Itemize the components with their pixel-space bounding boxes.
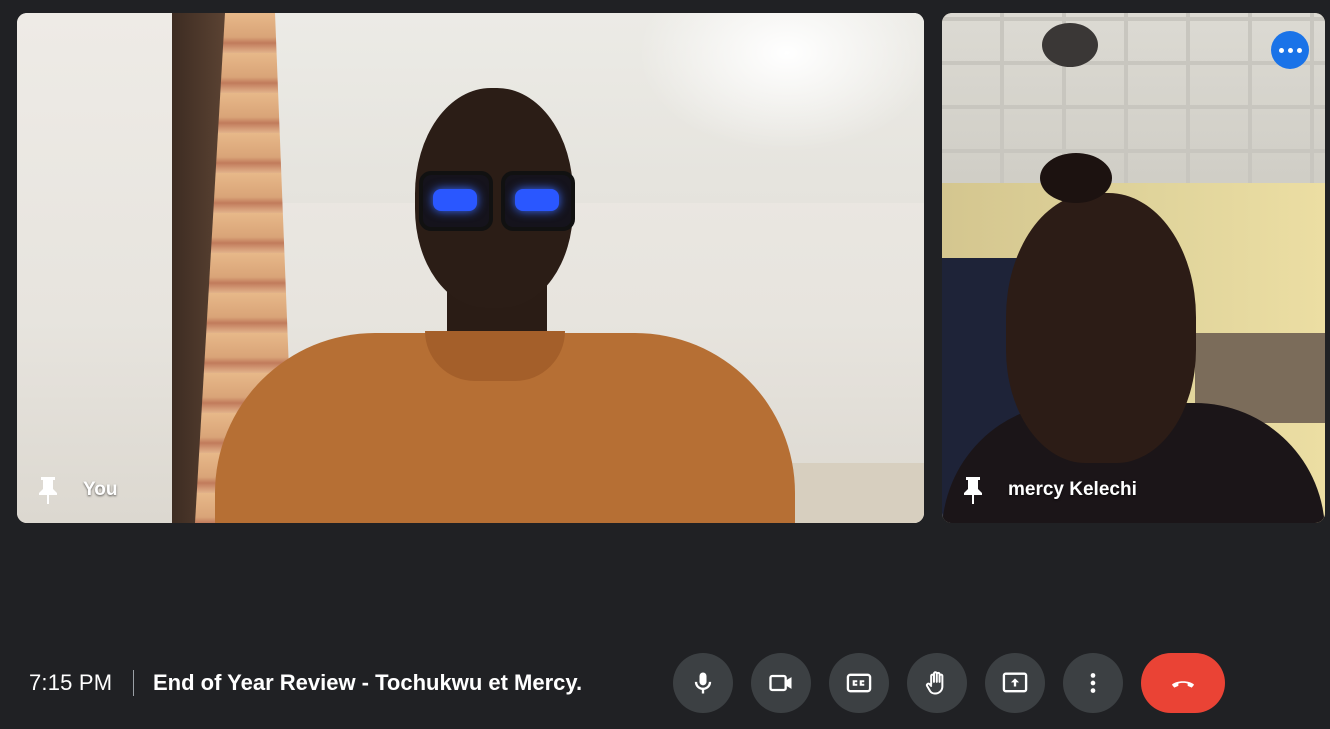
remote-name: mercy Kelechi <box>1008 479 1137 500</box>
hand-icon <box>925 671 944 695</box>
pin-icon[interactable] <box>962 475 984 505</box>
captions-button[interactable] <box>829 653 889 713</box>
closed-caption-icon <box>846 673 872 693</box>
participant-head <box>1006 193 1196 463</box>
self-name: You <box>83 479 118 500</box>
present-screen-icon <box>1002 672 1028 693</box>
video-ceiling <box>942 13 1325 193</box>
tile-options-button[interactable] <box>1271 31 1309 69</box>
participant-hair-bun <box>1040 153 1112 203</box>
video-ceiling-fan <box>1042 23 1098 67</box>
meeting-control-bar: 7:15 PM End of Year Review - Tochukwu et… <box>0 643 1330 723</box>
glasses-lens-right <box>501 171 575 231</box>
more-horiz-icon-dot <box>1287 47 1293 53</box>
meeting-clock: 7:15 PM <box>29 670 113 695</box>
more-horiz-icon-dot <box>1278 47 1284 53</box>
remote-tile-label: mercy Kelechi <box>962 475 1137 505</box>
leave-call-button[interactable] <box>1141 653 1225 713</box>
call-end-icon <box>1171 681 1195 688</box>
participant-glasses <box>419 171 575 231</box>
self-video-tile[interactable]: You <box>17 13 924 523</box>
remote-video-tile[interactable]: mercy Kelechi <box>942 13 1325 523</box>
divider <box>133 670 134 696</box>
microphone-button[interactable] <box>673 653 733 713</box>
present-button[interactable] <box>985 653 1045 713</box>
pin-icon[interactable] <box>37 475 59 505</box>
more-options-button[interactable] <box>1063 653 1123 713</box>
meeting-title: End of Year Review - Tochukwu et Mercy. <box>153 670 583 695</box>
mic-icon <box>694 672 712 694</box>
more-horiz-icon-dot <box>1296 47 1302 53</box>
self-tile-label: You <box>37 475 117 505</box>
raise-hand-button[interactable] <box>907 653 967 713</box>
videocam-icon <box>769 674 792 692</box>
camera-button[interactable] <box>751 653 811 713</box>
more-vert-icon <box>1090 673 1096 693</box>
glasses-lens-left <box>419 171 493 231</box>
